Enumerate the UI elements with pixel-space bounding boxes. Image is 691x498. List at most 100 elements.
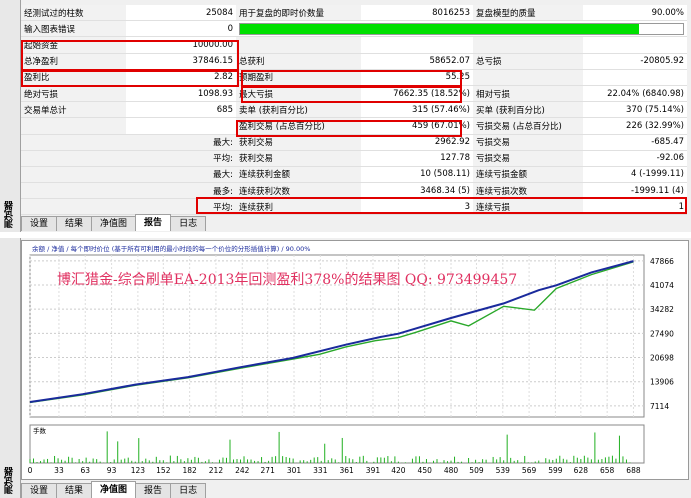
x-tick-label: 242 bbox=[235, 466, 250, 475]
report-tabs: 设置 结果 净值图 报告 日志 bbox=[21, 214, 207, 231]
x-tick-label: 331 bbox=[313, 466, 328, 475]
report-label bbox=[236, 20, 687, 38]
report-row: 平均: 连续获利 3 连续亏损 1 bbox=[21, 198, 687, 216]
report-label: 盈利比 bbox=[21, 69, 126, 86]
report-row: 盈利比 2.82 预期盈利 55.25 bbox=[21, 69, 687, 86]
report-label: 卖单 (获利百分比) bbox=[236, 101, 361, 119]
report-value: -92.06 bbox=[583, 150, 687, 167]
report-value: 685 bbox=[126, 101, 236, 119]
report-value: 4 (-1999.11) bbox=[583, 166, 687, 184]
report-label: 总净盈利 bbox=[21, 53, 126, 70]
report-row: 输入图表错误 0 bbox=[21, 20, 687, 38]
quality-bar-fill bbox=[240, 24, 639, 35]
report-label: 连续获利 bbox=[236, 198, 361, 216]
report-label: 获利交易 bbox=[236, 134, 361, 151]
tester-label-bottom: 测试器 bbox=[5, 467, 15, 494]
x-tick-label: 658 bbox=[600, 466, 615, 475]
tab-0[interactable]: 设置 bbox=[21, 483, 58, 498]
report-row: 平均: 获利交易 127.78 亏损交易 -92.06 bbox=[21, 150, 687, 167]
tester-sidebar-bottom[interactable]: 测试器 bbox=[0, 238, 21, 498]
report-label bbox=[21, 166, 126, 184]
report-value bbox=[583, 36, 687, 54]
overlay-title: 博汇猎金-综合刷单EA-2013年回测盈利378%的结果图 QQ: 973499… bbox=[57, 272, 518, 288]
report-value: 3468.34 (5) bbox=[361, 182, 473, 200]
y-tick-label: 34282 bbox=[650, 305, 674, 314]
report-label: 获利交易 bbox=[236, 150, 361, 167]
report-value: 8016253 bbox=[361, 5, 473, 22]
report-value: 58652.07 bbox=[361, 53, 473, 70]
x-tick-label: 391 bbox=[366, 466, 381, 475]
report-row: 最多: 连续获利次数 3468.34 (5) 连续亏损次数 -1999.11 (4) bbox=[21, 182, 687, 200]
chart-header: 余额 / 净值 / 每个即时价位 (基于所有可利用的最小时段的每一个价位的分形插… bbox=[32, 244, 310, 253]
y-tick-label: 27490 bbox=[650, 329, 674, 338]
tab-3[interactable]: 报告 bbox=[135, 214, 172, 231]
report-value: 最大: bbox=[126, 134, 236, 151]
report-value: -685.47 bbox=[583, 134, 687, 151]
report-value: -20805.92 bbox=[583, 53, 687, 70]
x-tick-label: 63 bbox=[80, 466, 90, 475]
tab-0[interactable]: 设置 bbox=[21, 216, 58, 231]
x-tick-label: 301 bbox=[287, 466, 302, 475]
report-row: 起始资金 10000.00 bbox=[21, 36, 687, 54]
tab-1[interactable]: 结果 bbox=[56, 216, 93, 231]
y-tick-label: 47866 bbox=[650, 257, 674, 266]
report-value bbox=[583, 69, 687, 86]
tester-sidebar[interactable]: 测试器 bbox=[0, 0, 21, 232]
report-label: 相对亏损 bbox=[473, 85, 583, 103]
equity-chart[interactable]: 余额 / 净值 / 每个即时价位 (基于所有可利用的最小时段的每一个价位的分形插… bbox=[21, 240, 689, 480]
report-value: 平均: bbox=[126, 198, 236, 216]
report-label: 绝对亏损 bbox=[21, 85, 126, 103]
x-tick-label: 509 bbox=[469, 466, 484, 475]
report-value: 7662.35 (18.52%) bbox=[361, 85, 473, 103]
x-tick-label: 599 bbox=[548, 466, 563, 475]
tester-label: 测试器 bbox=[5, 201, 15, 228]
report-value: 459 (67.01%) bbox=[361, 117, 473, 135]
report-label: 连续获利次数 bbox=[236, 182, 361, 200]
x-tick-label: 420 bbox=[391, 466, 406, 475]
y-tick-label: 41074 bbox=[650, 281, 674, 290]
report-row: 交易单总计 685 卖单 (获利百分比) 315 (57.46%) 买单 (获利百分比)… bbox=[21, 101, 687, 119]
report-row: 最大: 获利交易 2962.92 亏损交易 -685.47 bbox=[21, 134, 687, 151]
report-value: 0 bbox=[126, 20, 236, 38]
report-label: 亏损交易 bbox=[473, 134, 583, 151]
report-value: 3 bbox=[361, 198, 473, 216]
report-label: 预期盈利 bbox=[236, 69, 361, 86]
tab-2[interactable]: 净值图 bbox=[91, 481, 137, 498]
report-value bbox=[361, 36, 473, 54]
chart-tabs: 设置 结果 净值图 报告 日志 bbox=[21, 481, 207, 498]
report-value: 370 (75.14%) bbox=[583, 101, 687, 119]
report-value: 22.04% (6840.98) bbox=[583, 85, 687, 103]
report-value: -1999.11 (4) bbox=[583, 182, 687, 200]
report-label: 用于复盘的即时价数量 bbox=[236, 5, 361, 22]
report-label bbox=[236, 36, 361, 54]
tab-1[interactable]: 结果 bbox=[56, 483, 93, 498]
report-label: 最大亏损 bbox=[236, 85, 361, 103]
report-label: 起始资金 bbox=[21, 36, 126, 54]
tab-4[interactable]: 日志 bbox=[170, 483, 207, 498]
report-label bbox=[21, 117, 126, 135]
report-value: 10 (508.11) bbox=[361, 166, 473, 184]
x-tick-label: 539 bbox=[496, 466, 511, 475]
report-value: 1 bbox=[583, 198, 687, 216]
report-label: 连续获利金额 bbox=[236, 166, 361, 184]
tab-2[interactable]: 净值图 bbox=[91, 216, 137, 231]
report-row: 经测试过的柱数 25084 用于复盘的即时价数量 8016253 复盘模型的质量 90.0… bbox=[21, 5, 687, 22]
report-row: 盈利交易 (占总百分比) 459 (67.01%) 亏损交易 (占总百分比) 226 … bbox=[21, 117, 687, 135]
x-tick-label: 33 bbox=[54, 466, 64, 475]
x-tick-label: 688 bbox=[626, 466, 641, 475]
x-tick-label: 450 bbox=[418, 466, 433, 475]
report-value: 10000.00 bbox=[126, 36, 236, 54]
report-label: 连续亏损次数 bbox=[473, 182, 583, 200]
tab-3[interactable]: 报告 bbox=[135, 483, 172, 498]
report-value: 226 (32.99%) bbox=[583, 117, 687, 135]
report-value: 最大: bbox=[126, 166, 236, 184]
report-value: 平均: bbox=[126, 150, 236, 167]
tab-4[interactable]: 日志 bbox=[170, 216, 207, 231]
report-label: 买单 (获利百分比) bbox=[473, 101, 583, 119]
quality-bar bbox=[239, 23, 684, 36]
report-label: 经测试过的柱数 bbox=[21, 5, 126, 22]
report-label: 总获利 bbox=[236, 53, 361, 70]
volume-label: 手数 bbox=[33, 426, 47, 435]
report-value: 37846.15 bbox=[126, 53, 236, 70]
x-tick-label: 361 bbox=[339, 466, 354, 475]
